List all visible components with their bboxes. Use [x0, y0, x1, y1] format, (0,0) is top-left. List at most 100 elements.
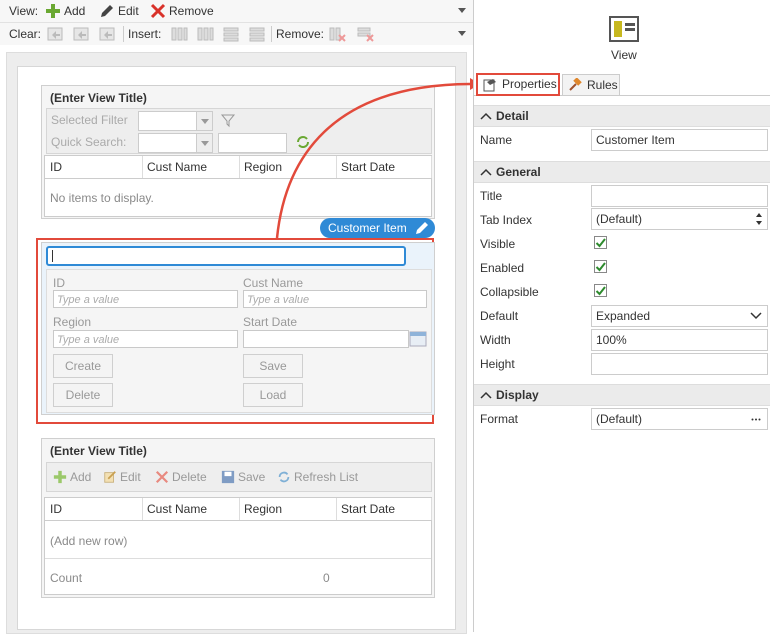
toolbar-view-label: View: — [9, 4, 39, 18]
ellipsis-icon[interactable] — [751, 418, 761, 421]
quick-search-input[interactable] — [218, 133, 287, 153]
editable-list-view[interactable]: (Enter View Title) Add Edit Delete Save … — [41, 438, 435, 598]
spinner-icon[interactable] — [755, 212, 763, 226]
id-input[interactable]: Type a value — [53, 290, 238, 308]
filter-icon[interactable] — [220, 112, 236, 128]
toolbar-insert-label: Insert: — [128, 27, 162, 41]
list-save-label: Save — [238, 470, 266, 484]
item-view[interactable]: ID Type a value Cust Name Type a value R… — [41, 242, 435, 415]
gavel-icon — [569, 78, 582, 91]
list-add-button[interactable]: Add — [53, 468, 91, 486]
clear-cell-icon[interactable] — [47, 26, 65, 42]
load-button[interactable]: Load — [243, 383, 303, 407]
section-general[interactable]: General — [474, 161, 770, 183]
list-refresh-button[interactable]: Refresh List — [277, 468, 358, 486]
floppy-icon — [221, 470, 235, 484]
list-save-button[interactable]: Save — [221, 468, 265, 486]
toolbar-overflow-icon[interactable] — [458, 8, 466, 13]
list-edit-button[interactable]: Edit — [103, 468, 141, 486]
column-header-region[interactable]: Region — [239, 498, 337, 520]
view-icon — [609, 16, 639, 42]
create-button[interactable]: Create — [53, 354, 113, 378]
tab-index-label: Tab Index — [480, 213, 533, 227]
start-date-input[interactable] — [243, 330, 409, 348]
view-name-badge[interactable]: Customer Item — [320, 218, 435, 238]
id-label: ID — [53, 276, 65, 290]
column-header-cust-name[interactable]: Cust Name — [142, 498, 240, 520]
insert-column-right-icon[interactable] — [196, 26, 214, 42]
chevron-down-icon — [750, 312, 762, 320]
format-label: Format — [480, 412, 519, 426]
list-delete-button[interactable]: Delete — [155, 468, 207, 486]
save-button[interactable]: Save — [243, 354, 303, 378]
refresh-icon[interactable] — [295, 134, 311, 150]
column-header-region[interactable]: Region — [239, 156, 337, 178]
add-new-row[interactable]: (Add new row) — [50, 534, 127, 548]
format-value: (Default) — [596, 412, 643, 426]
column-header-start-date[interactable]: Start Date — [336, 156, 432, 178]
list-view[interactable]: (Enter View Title) Selected Filter Quick… — [41, 85, 435, 219]
remove-column-icon[interactable] — [328, 26, 346, 42]
default-select[interactable]: Expanded — [591, 305, 768, 327]
height-input[interactable] — [591, 353, 768, 375]
toolbar-overflow-icon[interactable] — [458, 31, 466, 36]
quick-search-dropdown[interactable] — [138, 133, 213, 153]
add-button[interactable]: Add — [45, 2, 85, 20]
pencil-icon[interactable] — [414, 220, 430, 236]
panel-view-label: View — [611, 48, 637, 62]
section-display[interactable]: Display — [474, 384, 770, 406]
clear-column-icon[interactable] — [99, 26, 117, 42]
editable-list-view-title: (Enter View Title) — [50, 444, 147, 458]
width-label: Width — [480, 333, 511, 347]
insert-row-above-icon[interactable] — [222, 26, 240, 42]
default-label: Default — [480, 309, 519, 323]
view-title-input[interactable] — [46, 246, 406, 266]
tab-properties[interactable]: Properties — [476, 73, 560, 96]
name-input[interactable]: Customer Item — [591, 129, 768, 151]
tab-index-input[interactable]: (Default) — [591, 208, 768, 230]
list-view-filter-bar: Selected Filter Quick Search: — [46, 108, 432, 154]
insert-column-left-icon[interactable] — [170, 26, 188, 42]
designer-toolbar: View: Add Edit Remove Clear: Insert: Rem… — [0, 0, 473, 46]
tab-rules-label: Rules — [587, 78, 618, 92]
region-input[interactable]: Type a value — [53, 330, 238, 348]
insert-row-below-icon[interactable] — [248, 26, 266, 42]
calendar-icon[interactable] — [409, 330, 427, 348]
count-label: Count — [50, 571, 83, 585]
edit-icon — [104, 471, 116, 483]
format-input[interactable]: (Default) — [591, 408, 768, 430]
properties-icon — [483, 79, 496, 92]
refresh-icon — [278, 471, 290, 483]
visible-checkbox[interactable] — [594, 236, 607, 249]
tab-index-value: (Default) — [596, 212, 643, 226]
enabled-checkbox[interactable] — [594, 260, 607, 273]
title-input[interactable] — [591, 185, 768, 207]
visible-label: Visible — [480, 237, 516, 251]
edit-button[interactable]: Edit — [99, 2, 139, 20]
cust-name-input[interactable]: Type a value — [243, 290, 427, 308]
width-input[interactable]: 100% — [591, 329, 768, 351]
section-detail[interactable]: Detail — [474, 105, 770, 127]
selected-filter-dropdown[interactable] — [138, 111, 213, 131]
remove-row-icon[interactable] — [356, 26, 374, 42]
column-header-cust-name[interactable]: Cust Name — [142, 156, 240, 178]
tab-properties-label: Properties — [502, 77, 557, 91]
start-date-label: Start Date — [243, 315, 298, 329]
delete-icon — [155, 470, 169, 484]
selected-filter-label: Selected Filter — [51, 113, 128, 127]
column-header-id[interactable]: ID — [45, 498, 143, 520]
column-header-id[interactable]: ID — [45, 156, 143, 178]
list-view-grid: ID Cust Name Region Start Date No items … — [44, 155, 432, 217]
clear-row-icon[interactable] — [73, 26, 91, 42]
column-header-start-date[interactable]: Start Date — [336, 498, 432, 520]
remove-button[interactable]: Remove — [150, 2, 214, 20]
name-label: Name — [480, 133, 513, 147]
tab-rules[interactable]: Rules — [562, 74, 620, 95]
count-value: 0 — [323, 571, 330, 585]
delete-button[interactable]: Delete — [53, 383, 113, 407]
collapsible-checkbox[interactable] — [594, 284, 607, 297]
enabled-label: Enabled — [480, 261, 525, 275]
list-delete-label: Delete — [172, 470, 207, 484]
view-name-badge-label: Customer Item — [328, 221, 407, 235]
add-icon — [53, 470, 67, 484]
